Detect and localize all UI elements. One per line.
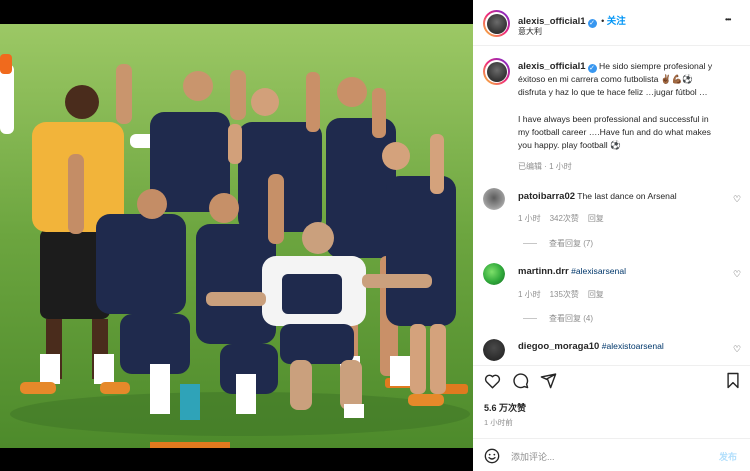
comment-time[interactable]: 1 小时 [518, 214, 541, 223]
post-location[interactable]: 意大利 [518, 26, 542, 37]
comment-input[interactable]: 添加评论... [511, 450, 555, 463]
post-side-panel: alexis_official1 ✓ • 关注 意大利 ••• alexis_of… [473, 0, 750, 471]
post-header: alexis_official1 ✓ • 关注 意大利 ••• [473, 0, 750, 46]
comment-body: martinn.drr #alexisarsenal [518, 266, 626, 277]
comment-hashtag[interactable]: #alexistoarsenal [602, 341, 664, 351]
comment-hashtag[interactable]: #alexisarsenal [571, 266, 626, 276]
comment-reply-button[interactable]: 回复 [588, 290, 604, 299]
share-icon[interactable] [540, 372, 557, 389]
post-comment-button[interactable]: 发布 [719, 450, 737, 463]
more-icon[interactable]: ••• [725, 15, 731, 24]
follow-button[interactable]: 关注 [607, 16, 626, 27]
emoji-icon[interactable] [484, 448, 500, 464]
post-photo[interactable] [0, 24, 473, 448]
team-photo-illustration [0, 24, 473, 448]
post-caption: alexis_official1 ✓ He sido siempre profes… [518, 60, 744, 173]
heart-icon[interactable] [484, 373, 501, 389]
caption-line-1: He sido siempre profesional y [599, 61, 713, 71]
comment-likes[interactable]: 135次赞 [550, 290, 579, 299]
comment-text: The last dance on Arsenal [577, 191, 677, 201]
caption-timestamp: 已编辑 · 1 小时 [518, 162, 572, 172]
add-comment-bar: 添加评论... 发布 [473, 438, 750, 471]
verified-badge-icon: ✓ [587, 64, 597, 73]
comment-meta: 1 小时 135次赞 回复 [518, 289, 604, 300]
comment-avatar[interactable] [483, 188, 505, 210]
caption-line-6: you happy. play football ⚽ [518, 140, 621, 151]
caption-username[interactable]: alexis_official1 [518, 61, 586, 72]
caption-avatar[interactable] [483, 58, 510, 85]
replies-divider [523, 318, 537, 319]
bookmark-icon[interactable] [726, 372, 740, 389]
replies-divider [523, 243, 537, 244]
comment-likes[interactable]: 342次赞 [550, 214, 579, 223]
comment-heart-icon[interactable]: ♡ [733, 194, 741, 205]
likes-count[interactable]: 5.6 万次赞 [484, 401, 526, 414]
caption-line-5: my football career ….Have fun and do wha… [518, 126, 711, 137]
comment-meta: 1 小时 342次赞 回复 [518, 213, 604, 224]
post-viewer: alexis_official1 ✓ • 关注 意大利 ••• alexis_of… [0, 0, 750, 471]
comment-heart-icon[interactable]: ♡ [733, 344, 741, 355]
comment-body: diegoo_moraga10 #alexistoarsenal [518, 341, 664, 352]
action-bar [473, 365, 750, 395]
comment-avatar[interactable] [483, 339, 505, 361]
caption-line-2: éxitoso en mi carrera como futbolista ✌🏾… [518, 74, 693, 85]
comment-time[interactable]: 1 小时 [518, 290, 541, 299]
comment-body: patoibarra02 The last dance on Arsenal [518, 191, 677, 202]
verified-badge-icon: ✓ [587, 19, 597, 28]
comment-icon[interactable] [512, 372, 529, 389]
author-avatar[interactable] [483, 10, 510, 37]
caption-line-3: disfruta y haz lo que te hace feliz …jug… [518, 87, 708, 98]
comment-avatar[interactable] [483, 263, 505, 285]
view-replies-button[interactable]: 查看回复 (4) [549, 313, 593, 324]
view-replies-button[interactable]: 查看回复 (7) [549, 238, 593, 249]
post-time[interactable]: 1 小时前 [484, 417, 513, 428]
comment-username[interactable]: diegoo_moraga10 [518, 341, 599, 352]
comment-username[interactable]: patoibarra02 [518, 191, 575, 202]
caption-line-4: I have always been professional and succ… [518, 113, 709, 124]
comment-username[interactable]: martinn.drr [518, 266, 569, 277]
comment-heart-icon[interactable]: ♡ [733, 269, 741, 280]
comment-reply-button[interactable]: 回复 [588, 214, 604, 223]
